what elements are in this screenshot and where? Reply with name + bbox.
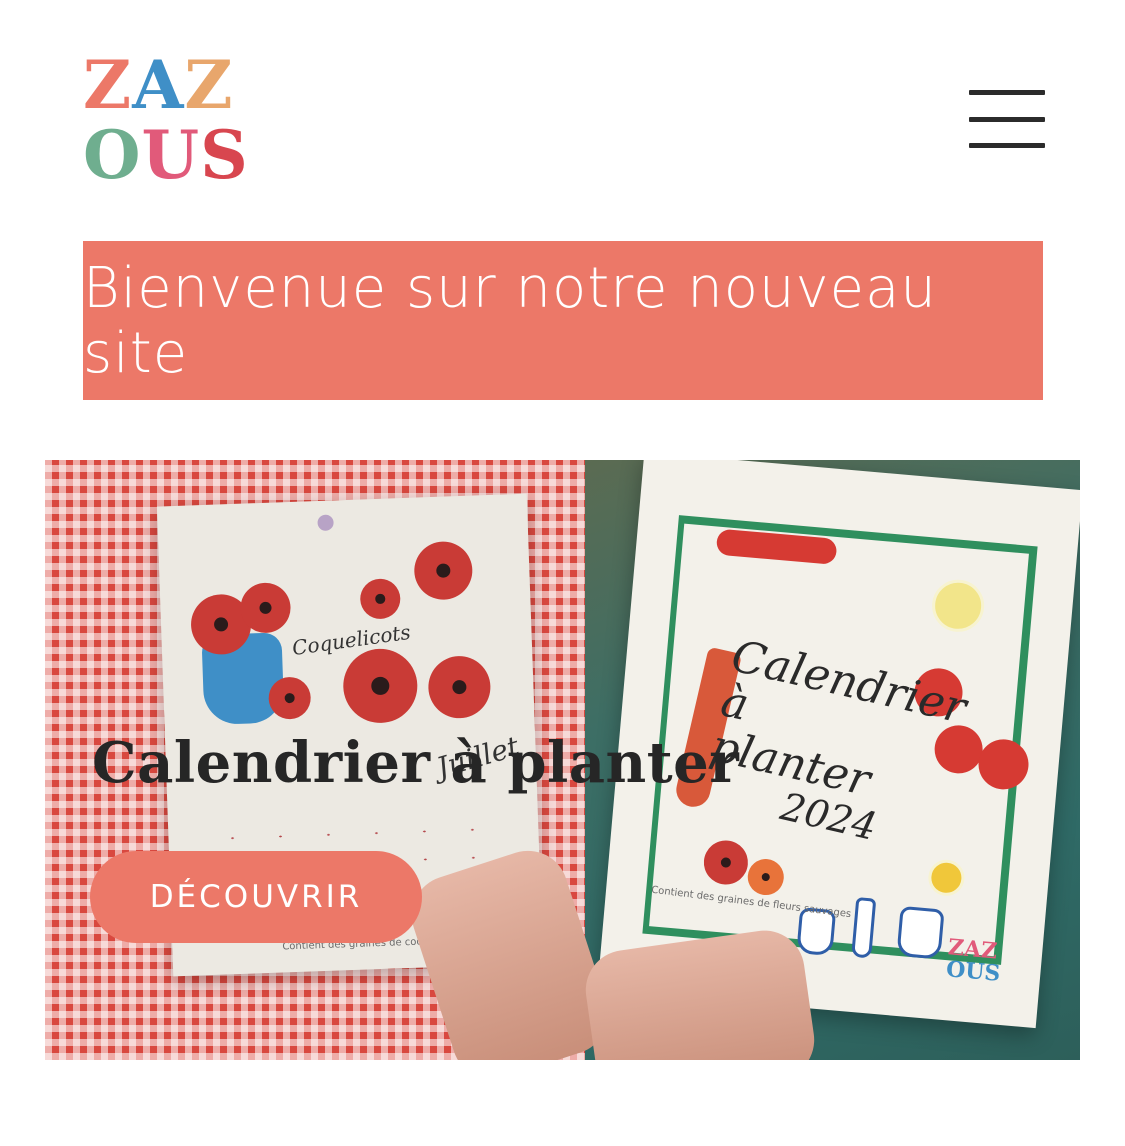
logo-row-2: O U S bbox=[83, 116, 248, 194]
poppy-illustration bbox=[359, 578, 401, 620]
logo-row-1: Z A Z bbox=[83, 52, 243, 118]
discover-button[interactable]: DÉCOUVRIR bbox=[90, 851, 422, 943]
logo-letter: O bbox=[83, 116, 140, 194]
menu-bar bbox=[969, 116, 1045, 122]
hamburger-menu-icon[interactable] bbox=[969, 90, 1045, 148]
site-logo[interactable]: Z A Z O U S bbox=[83, 52, 248, 188]
poppy-illustration bbox=[239, 582, 292, 634]
logo-letter: S bbox=[200, 116, 248, 194]
menu-bar bbox=[969, 143, 1045, 148]
hero-title: Calendrier à planter bbox=[92, 730, 740, 796]
poppy-illustration bbox=[267, 676, 312, 720]
card-brand-logo: ZAZ OUS bbox=[945, 934, 1003, 987]
card-hole bbox=[317, 514, 334, 531]
menu-bar bbox=[969, 90, 1045, 95]
logo-letter: U bbox=[141, 116, 200, 194]
card-brand-row: OUS bbox=[945, 956, 1002, 987]
logo-letter: Z bbox=[184, 46, 232, 124]
poppy-illustration bbox=[427, 655, 492, 720]
banner-text: Bienvenue sur notre nouveau site bbox=[83, 255, 937, 386]
poppy-illustration bbox=[413, 540, 474, 601]
page: Z A Z O U S Bienvenue sur notre nouveau … bbox=[0, 0, 1125, 1146]
vase-illustration bbox=[896, 905, 945, 960]
logo-letter: Z bbox=[83, 46, 131, 124]
hero-section[interactable]: Coquelicots Juillet Contient des graines… bbox=[45, 460, 1080, 1060]
logo-letter: A bbox=[132, 46, 183, 124]
poppy-illustration bbox=[342, 647, 419, 725]
announcement-banner: Bienvenue sur notre nouveau site bbox=[83, 241, 1043, 400]
